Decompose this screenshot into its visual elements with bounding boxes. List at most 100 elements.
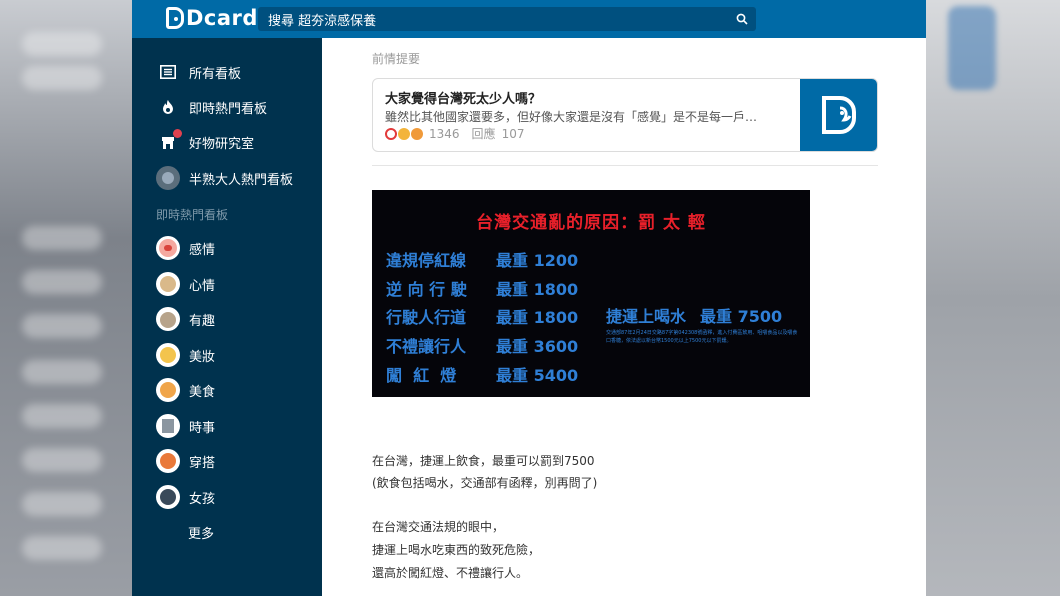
violation-fine: 最重 1800 [496, 308, 579, 327]
reply-count: 107 [501, 126, 525, 141]
violation-label: 不禮讓行人 [386, 337, 467, 356]
violation-fine: 最重 1800 [496, 280, 579, 299]
sad-reaction-icon [411, 127, 423, 140]
sidebar-item-goods-lab[interactable]: 好物研究室 [156, 129, 254, 155]
dcard-logo-icon [166, 7, 184, 29]
violation-label: 逆 向 行 駛 [386, 280, 467, 299]
reaction-icons [385, 127, 423, 140]
fine-row: 逆 向 行 駛 最重 1800 [386, 276, 578, 300]
blur-shape [22, 404, 102, 428]
post-paragraph: 在台灣交通法規的眼中， [372, 520, 505, 534]
heart-reaction-icon [385, 127, 397, 140]
recap-post-card[interactable]: 大家覺得台灣死太少人嗎？ 雖然比其他國家還要多，但好像大家還是沒有「感覺」是不是… [372, 78, 878, 152]
sidebar-item-funny[interactable]: 有趣 [156, 306, 215, 332]
post-content: 前情提要 大家覺得台灣死太少人嗎？ 雖然比其他國家還要多，但好像大家還是沒有「感… [322, 38, 926, 596]
sidebar-item-all-boards[interactable]: 所有看板 [156, 59, 241, 85]
sidebar-item-label: 時事 [189, 420, 216, 436]
violation-label: 闖 紅 燈 [386, 366, 457, 385]
sidebar-item-label: 美妝 [189, 349, 216, 365]
flame-icon [156, 95, 180, 119]
blur-shape [22, 492, 102, 516]
search-input[interactable]: 搜尋 超夯涼感保養 [258, 7, 728, 31]
sidebar-section-heading: 即時熱門看板 [156, 208, 229, 222]
violation-fine: 最重 1200 [496, 251, 579, 270]
recap-excerpt: 雖然比其他國家還要多，但好像大家還是沒有「感覺」是不是每一戶… [385, 110, 758, 124]
blur-logo [948, 6, 996, 90]
board-avatar-icon [156, 414, 180, 438]
like-count: 1346 [429, 126, 460, 141]
board-avatar-icon [156, 307, 180, 331]
adult-boards-icon [156, 166, 180, 190]
sidebar-item-girl[interactable]: 女孩 [156, 484, 215, 510]
search-icon [736, 13, 748, 25]
board-avatar-icon [156, 449, 180, 473]
sidebar-item-label: 美食 [189, 384, 216, 400]
post-paragraph: 還高於闖紅燈、不禮讓行人。 [372, 566, 529, 580]
mrt-note: 交通部87年2月24日交路87字第042308號函釋，進入付費區飲用、咀嚼食品以… [606, 330, 798, 344]
board-avatar-icon [156, 378, 180, 402]
board-avatar-icon [156, 485, 180, 509]
sidebar-item-label: 所有看板 [189, 66, 242, 82]
sidebar-item-label: 好物研究室 [189, 136, 255, 152]
recap-title: 大家覺得台灣死太少人嗎？ [385, 92, 542, 107]
top-bar: Dcard 搜尋 超夯涼感保養 [132, 0, 926, 38]
post-paragraph: 捷運上喝水吃東西的致死危險， [372, 543, 541, 557]
sidebar-more-link[interactable]: 更多 [188, 519, 214, 545]
background-blur-right [926, 0, 1060, 596]
fine-row: 闖 紅 燈 最重 5400 [386, 362, 578, 386]
blur-shape [22, 536, 102, 560]
background-blur-left [0, 0, 132, 596]
sidebar-item-label: 女孩 [189, 491, 216, 507]
sidebar-item-hot-boards[interactable]: 即時熱門看板 [156, 94, 267, 120]
fine-row: 違規停紅線 最重 1200 [386, 247, 578, 271]
divider [372, 165, 878, 166]
sidebar-item-news[interactable]: 時事 [156, 413, 215, 439]
board-avatar-icon [156, 236, 180, 260]
sidebar-item-adult-boards[interactable]: 半熟大人熱門看板 [156, 165, 293, 191]
blur-shape [22, 314, 102, 338]
search-button[interactable] [728, 7, 756, 31]
shop-icon [156, 129, 182, 154]
violation-fine: 最重 3600 [496, 337, 579, 356]
dcard-logo[interactable]: Dcard [166, 6, 258, 30]
post-paragraph: (飲食包括喝水，交通部有函釋，別再問了) [372, 476, 598, 490]
sidebar-item-relationship[interactable]: 感情 [156, 235, 215, 261]
sidebar-more-label: 更多 [188, 526, 215, 542]
reply-label: 回應 [471, 127, 496, 141]
post-paragraph: 在台灣，捷運上飲食，最重可以罰到7500 [372, 454, 595, 468]
sidebar-item-fashion[interactable]: 穿搭 [156, 448, 215, 474]
sidebar-item-makeup[interactable]: 美妝 [156, 342, 215, 368]
notification-dot [173, 129, 182, 138]
mrt-label: 捷運上喝水 [606, 307, 687, 326]
brand-name: Dcard [186, 6, 258, 30]
blur-shape [22, 360, 102, 384]
wow-reaction-icon [398, 127, 410, 140]
blur-shape [22, 270, 102, 294]
sidebar-item-label: 即時熱門看板 [189, 101, 268, 117]
image-title: 台灣交通亂的原因：罰 太 輕 [476, 213, 706, 233]
list-icon [156, 60, 180, 84]
violation-label: 行駛人行道 [386, 308, 467, 327]
mrt-fine: 最重 7500 [700, 307, 783, 326]
sidebar-item-food[interactable]: 美食 [156, 377, 215, 403]
board-avatar-icon [156, 272, 180, 296]
violation-fine: 最重 5400 [496, 366, 579, 385]
sidebar-item-label: 心情 [189, 278, 216, 294]
sidebar-item-label: 有趣 [189, 313, 216, 329]
dcard-logo-icon [821, 96, 856, 134]
sidebar-item-label: 穿搭 [189, 455, 216, 471]
recap-label: 前情提要 [372, 52, 421, 66]
violation-label: 違規停紅線 [386, 251, 467, 270]
sidebar-item-mood[interactable]: 心情 [156, 271, 215, 297]
blur-shape [22, 448, 102, 472]
fines-image: 台灣交通亂的原因：罰 太 輕 違規停紅線 最重 1200 逆 向 行 駛 最重 … [372, 190, 810, 397]
fine-row: 不禮讓行人 最重 3600 [386, 333, 578, 357]
blur-shape [22, 32, 102, 56]
sidebar-item-label: 半熟大人熱門看板 [189, 172, 294, 188]
mrt-fine-row: 捷運上喝水 最重 7500 [606, 303, 782, 327]
blur-shape [22, 226, 102, 250]
board-avatar-icon [156, 343, 180, 367]
dcard-app: Dcard 搜尋 超夯涼感保養 所有看板 即時熱門看板 好物研究室 半熟大人熱門… [132, 0, 926, 596]
recap-thumbnail [800, 79, 877, 151]
blur-shape [22, 66, 102, 90]
